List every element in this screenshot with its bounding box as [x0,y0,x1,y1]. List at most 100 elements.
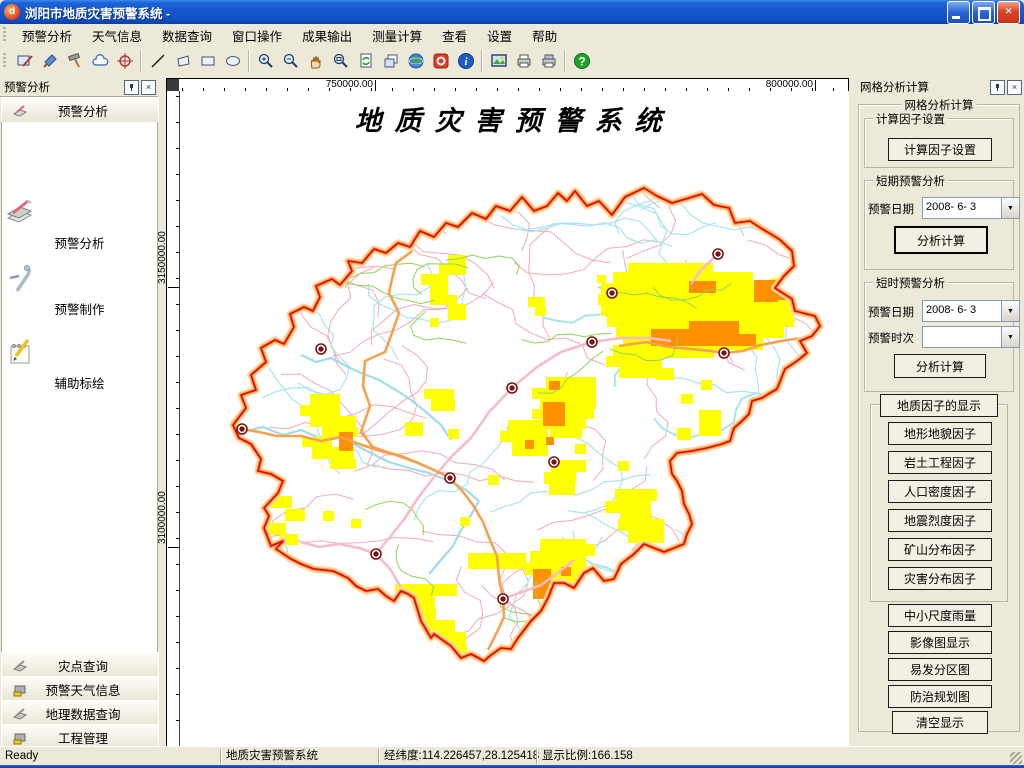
menu-result-output[interactable]: 成果输出 [292,24,362,47]
polygon-tool-icon[interactable] [170,49,195,73]
globe-icon[interactable] [403,49,428,73]
toolbar-separator [564,50,566,72]
cloud-icon[interactable] [87,49,112,73]
copy-layers-icon[interactable] [378,49,403,73]
minimize-button[interactable] [947,1,970,24]
susceptibility-map-button[interactable]: 易发分区图 [888,658,992,681]
zoom-window-icon[interactable] [328,49,353,73]
map-title: 地质灾害预警系统 [180,99,849,138]
pin-icon[interactable] [124,80,139,95]
terrain-factor-button[interactable]: 地形地貌因子 [888,422,992,445]
close-button[interactable]: × [997,1,1020,24]
section-label: 地理数据查询 [28,704,158,723]
hammer-icon[interactable] [62,49,87,73]
target-icon[interactable] [112,49,137,73]
section-warning-analysis[interactable]: 预警分析 [1,97,159,124]
print-setup-icon[interactable] [536,49,561,73]
brush-icon[interactable] [37,49,62,73]
menu-bar: 预警分析 天气信息 数据查询 窗口操作 成果输出 测量计算 查看 设置 帮助 [0,24,1024,47]
toolbar: i ? [0,46,1024,77]
town-marker [719,348,729,358]
item-label: 辅助标绘 [2,373,157,392]
toolbar-separator [140,50,142,72]
factor-setting-group-label: 计算因子设置 [873,111,948,127]
prevention-plan-button[interactable]: 防治规划图 [888,685,992,708]
warning-analysis-icon[interactable] [12,49,37,73]
resize-grip[interactable] [1010,752,1022,764]
short-term-date-combobox[interactable]: 2008- 6- 3 ▼ [922,197,1020,219]
population-factor-button[interactable]: 人口密度因子 [888,480,992,503]
warning-production-item-icon [2,262,36,296]
stop-icon[interactable] [428,49,453,73]
town-marker [607,288,617,298]
menu-window-ops[interactable]: 窗口操作 [222,24,292,47]
close-icon[interactable]: × [1007,80,1022,95]
maximize-button[interactable] [972,1,995,24]
menu-view[interactable]: 查看 [432,24,477,47]
menu-data-query[interactable]: 数据查询 [152,24,222,47]
item-label: 预警分析 [2,233,157,252]
pan-hand-icon[interactable] [303,49,328,73]
status-separator [220,749,222,764]
chevron-down-icon[interactable]: ▼ [1001,198,1019,218]
auxiliary-plotting-item-icon [2,336,36,370]
line-tool-icon[interactable] [145,49,170,73]
map-canvas[interactable]: 地质灾害预警系统 [179,91,849,746]
menu-measure-calc[interactable]: 测量计算 [362,24,432,47]
map-drawing [180,91,849,746]
toolbar-separator [481,50,483,72]
seismic-factor-button[interactable]: 地震烈度因子 [888,509,992,532]
info-icon[interactable]: i [453,49,478,73]
menu-help[interactable]: 帮助 [522,24,567,47]
map-zone: 750000.00800000.00 3150000.003100000.00 … [166,78,850,746]
status-ready: Ready [5,749,38,764]
town-marker [371,549,381,559]
factor-display-button[interactable]: 地质因子的显示 [880,394,998,417]
hazard-factor-button[interactable]: 灾害分布因子 [888,567,992,590]
toolbar-grip[interactable] [3,53,6,69]
close-icon[interactable]: × [141,80,156,95]
svg-text:?: ? [578,55,585,69]
pin-icon[interactable] [990,80,1005,95]
short-time-period-value [923,327,1001,347]
image-export-icon[interactable] [486,49,511,73]
refresh-icon[interactable] [353,49,378,73]
menu-weather-info[interactable]: 天气信息 [82,24,152,47]
short-time-period-combobox[interactable]: ▼ [922,326,1020,348]
zoom-in-icon[interactable] [253,49,278,73]
chevron-down-icon[interactable]: ▼ [1001,327,1019,347]
image-display-button[interactable]: 影像图显示 [888,631,992,654]
town-marker [507,383,517,393]
section-label: 预警分析 [28,101,158,120]
menu-grip[interactable] [3,27,6,43]
title-bar[interactable]: d 浏阳市地质灾害预警系统 - × [0,0,1024,24]
item-auxiliary-plotting[interactable]: 辅助标绘 [2,336,157,392]
town-marker [498,594,508,604]
short-term-date-value: 2008- 6- 3 [923,198,1001,218]
short-term-calc-button[interactable]: 分析计算 [894,226,988,254]
print-icon[interactable] [511,49,536,73]
ruler-y-label: 3100000.00 [157,491,168,544]
section-geo-data-query[interactable]: 地理数据查询 [1,700,159,727]
chevron-down-icon[interactable]: ▼ [1001,301,1019,321]
section-warning-weather-info[interactable]: 预警天气信息 [1,676,159,703]
item-warning-production[interactable]: 预警制作 [2,262,157,318]
item-label: 预警制作 [2,299,157,318]
item-warning-analysis[interactable]: 预警分析 [2,196,157,252]
zoom-out-icon[interactable] [278,49,303,73]
clear-display-button[interactable]: 清空显示 [892,711,988,734]
menu-settings[interactable]: 设置 [477,24,522,47]
help-icon[interactable]: ? [569,49,594,73]
rectangle-tool-icon[interactable] [195,49,220,73]
factor-setting-button[interactable]: 计算因子设置 [888,138,992,161]
right-panel-header: 网格分析计算 × [856,78,1024,97]
mine-factor-button[interactable]: 矿山分布因子 [888,538,992,561]
pen-device-icon [12,658,28,674]
section-disaster-query[interactable]: 灾点查询 [1,652,159,679]
short-time-date-combobox[interactable]: 2008- 6- 3 ▼ [922,300,1020,322]
short-time-calc-button[interactable]: 分析计算 [894,354,986,378]
ellipse-tool-icon[interactable] [220,49,245,73]
geotech-factor-button[interactable]: 岩土工程因子 [888,451,992,474]
rainfall-button[interactable]: 中小尺度雨量 [888,604,992,627]
menu-warning-analysis[interactable]: 预警分析 [12,24,82,47]
